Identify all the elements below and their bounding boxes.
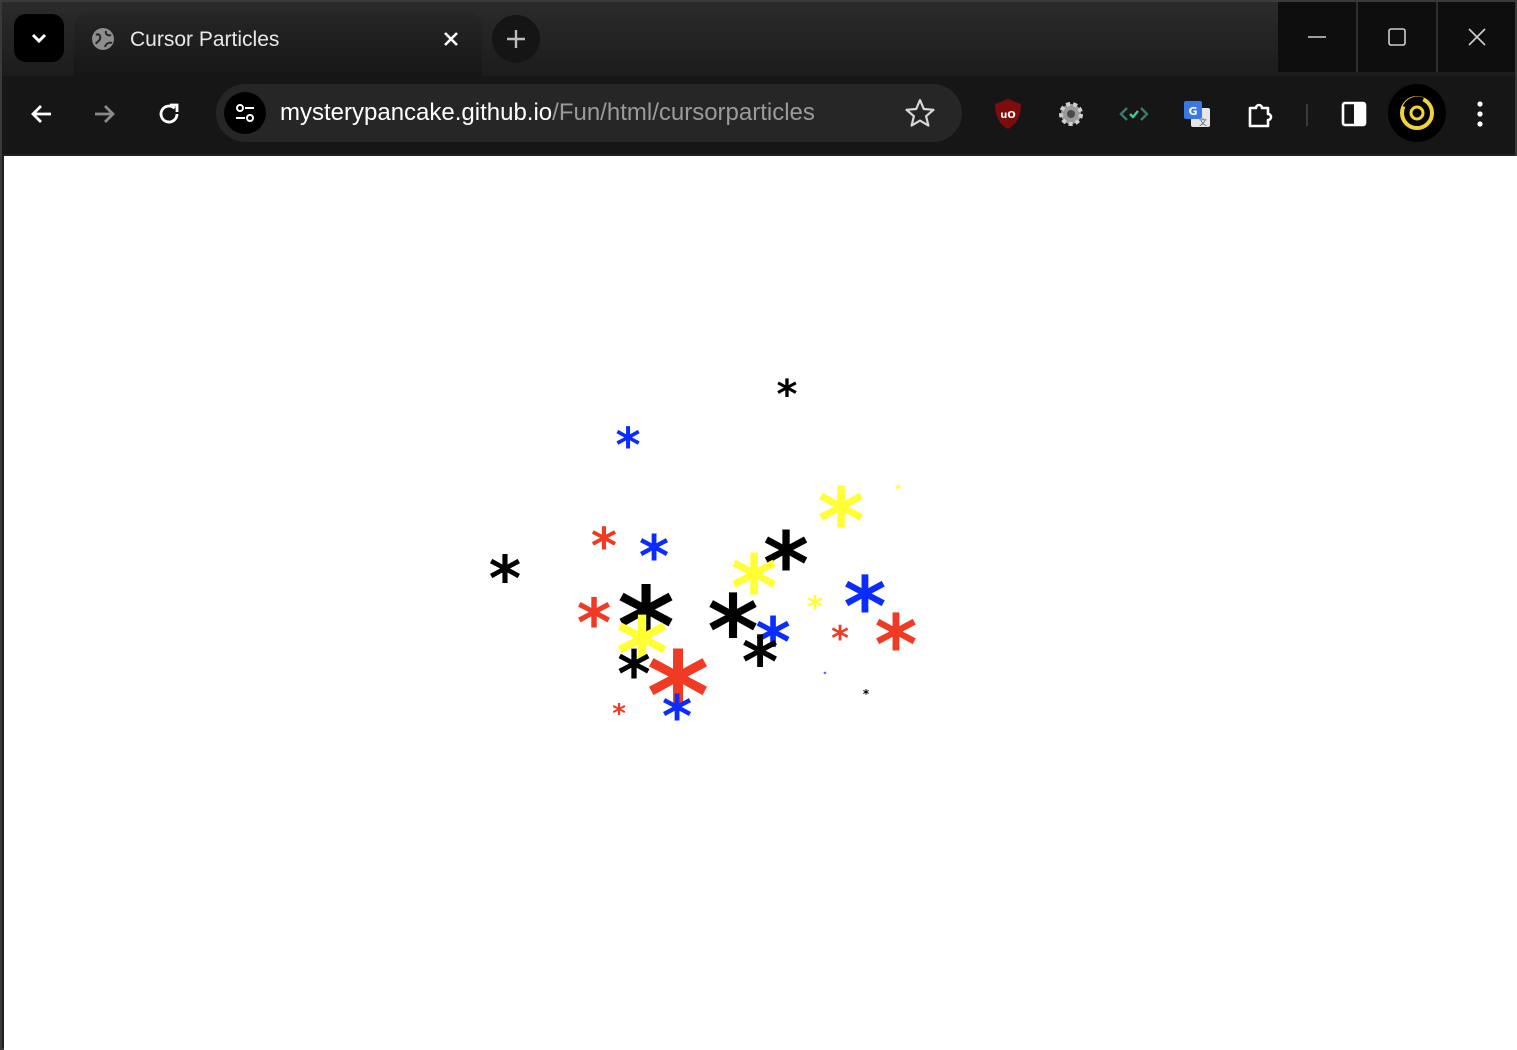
- browser-window: Cursor Particles mysterypancake.github.i…: [0, 0, 1517, 1050]
- tab-active[interactable]: Cursor Particles: [74, 12, 482, 76]
- tab-strip: Cursor Particles: [2, 2, 1515, 76]
- address-bar[interactable]: mysterypancake.github.io/Fun/html/cursor…: [216, 84, 962, 142]
- ublock-icon: uO: [995, 99, 1021, 129]
- close-icon[interactable]: [438, 26, 464, 52]
- tune-icon: [236, 104, 254, 122]
- particle: *: [612, 698, 626, 729]
- reload-icon: [159, 103, 179, 124]
- arrow-right-icon: [95, 105, 115, 123]
- maximize-button[interactable]: [1358, 2, 1436, 72]
- particle: *: [661, 682, 693, 751]
- particle: *: [615, 418, 641, 475]
- tab-title: Cursor Particles: [130, 28, 280, 51]
- particle: *: [807, 590, 823, 626]
- avatar-icon: [1400, 96, 1434, 130]
- translate-extension[interactable]: G 文: [1179, 96, 1215, 132]
- gear-icon: [1059, 102, 1083, 126]
- close-window-button[interactable]: [1438, 2, 1515, 72]
- code-check-icon: [1119, 107, 1149, 121]
- minimize-button[interactable]: [1278, 2, 1356, 72]
- site-info-button[interactable]: [224, 92, 266, 134]
- svg-text:uO: uO: [1000, 110, 1016, 121]
- translate-icon: G 文: [1184, 101, 1210, 127]
- reload-button[interactable]: [147, 92, 191, 136]
- ublock-extension[interactable]: uO: [990, 96, 1026, 132]
- globe-icon: [92, 28, 114, 50]
- back-button[interactable]: [20, 92, 64, 136]
- plus-icon: [507, 30, 525, 48]
- toolbar: mysterypancake.github.io/Fun/html/cursor…: [2, 76, 1515, 154]
- particle: *: [488, 542, 522, 616]
- particle: *: [894, 481, 902, 496]
- url-text[interactable]: mysterypancake.github.io/Fun/html/cursor…: [280, 99, 815, 127]
- side-panel-button[interactable]: [1336, 96, 1372, 132]
- close-window-icon: [1467, 28, 1486, 46]
- code-check-extension[interactable]: [1116, 96, 1152, 132]
- tab-search-button[interactable]: [14, 14, 64, 62]
- particle: *: [831, 619, 849, 660]
- side-panel-icon: [1341, 101, 1367, 127]
- particle: *: [590, 517, 618, 576]
- new-tab-button[interactable]: [492, 15, 540, 63]
- url-path: /Fun/html/cursorparticles: [552, 99, 815, 126]
- url-host: mysterypancake.github.io: [280, 99, 553, 126]
- star-icon[interactable]: [904, 97, 936, 129]
- particle: *: [576, 584, 612, 662]
- particle: *: [823, 670, 827, 678]
- kebab-menu-icon: [1477, 101, 1483, 127]
- puzzle-icon: [1248, 103, 1273, 128]
- svg-text:文: 文: [1199, 117, 1207, 127]
- menu-button[interactable]: [1462, 96, 1498, 132]
- particle: *: [862, 686, 870, 701]
- minimize-icon: [1308, 36, 1326, 38]
- forward-button[interactable]: [82, 92, 126, 136]
- particle: *: [741, 621, 779, 704]
- particle: *: [776, 372, 798, 418]
- page-content[interactable]: * * * * * * * * * * * * * * * * * * * * …: [4, 156, 1517, 1050]
- gear-extension[interactable]: [1053, 96, 1089, 132]
- maximize-icon: [1388, 28, 1406, 46]
- toolbar-divider: [1306, 104, 1308, 126]
- profile-avatar[interactable]: [1388, 84, 1446, 142]
- particle: *: [817, 469, 865, 575]
- extensions-button[interactable]: [1242, 96, 1278, 132]
- chevron-down-icon: [31, 33, 47, 44]
- arrow-left-icon: [31, 105, 51, 123]
- particle: *: [874, 598, 918, 694]
- svg-text:G: G: [1188, 105, 1197, 118]
